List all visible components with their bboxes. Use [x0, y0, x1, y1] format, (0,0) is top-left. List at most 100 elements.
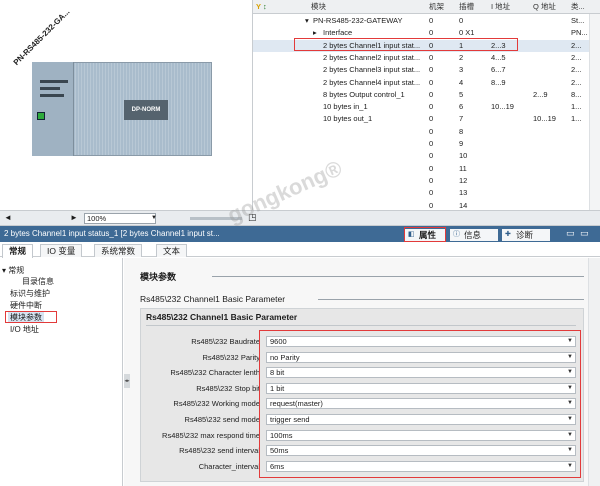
cell-i-address: 4...5: [491, 52, 506, 62]
cell-rack: 0: [429, 163, 434, 173]
cell-slot: 9: [459, 139, 464, 148]
device-view: DP-NORM PN-RS485-232-GA...: [0, 0, 252, 210]
cell-rack: 0: [429, 77, 434, 87]
cell-i-address: 8...9: [491, 77, 506, 87]
cell-rack: 0: [429, 139, 434, 148]
content-scrollbar[interactable]: [588, 258, 600, 486]
param-label: Rs485\232 Character lenth: [170, 368, 260, 378]
sort-icon[interactable]: ↕: [263, 0, 267, 14]
filter-icon[interactable]: Y: [256, 0, 261, 14]
cell-slot: 12: [459, 175, 468, 185]
section-divider: [212, 276, 584, 277]
scroll-left-icon[interactable]: ◄: [4, 213, 12, 222]
parameter-nav-tree: ▾ 常规 目录信息 标识与维护 硬件中断 模块参数 I/O 地址: [0, 258, 123, 486]
param-label: Rs485\232 max respond time: [162, 430, 260, 440]
col-q-address[interactable]: Q 地址: [533, 0, 556, 14]
maximize-icon[interactable]: ▭: [580, 228, 589, 239]
tab-info[interactable]: ⓘ 信息: [450, 229, 498, 241]
col-slot[interactable]: 插槽: [459, 0, 474, 14]
nav-item-catalog[interactable]: 目录信息: [22, 276, 54, 287]
nav-item-io-addresses[interactable]: I/O 地址: [10, 324, 39, 335]
cell-type: St...: [571, 16, 585, 25]
cell-rack: 0: [429, 102, 434, 112]
cell-module: 8 bytes Output control_1: [323, 89, 405, 99]
diagnostics-icon: ✚: [505, 231, 511, 238]
cell-slot: 10: [459, 151, 468, 161]
tab-io-tags[interactable]: IO 变量: [40, 244, 83, 257]
cell-rack: 0: [429, 200, 434, 210]
cell-slot: 6: [459, 102, 464, 112]
col-i-address[interactable]: I 地址: [491, 0, 510, 14]
cell-module: 2 bytes Channel4 input stat...: [323, 77, 421, 87]
table-row[interactable]: 09: [253, 138, 600, 151]
network-port-icon[interactable]: [37, 112, 45, 120]
panel-divider: [146, 325, 576, 326]
cell-slot: 7: [459, 114, 464, 124]
table-row[interactable]: 0 14: [253, 200, 600, 211]
tab-texts[interactable]: 文本: [156, 244, 188, 257]
tab-general[interactable]: 常规: [2, 244, 34, 258]
table-row[interactable]: 2 bytes Channel3 input stat... 0 3 6...7 2..…: [253, 64, 600, 77]
cell-type: 2...: [571, 52, 582, 62]
nav-root-general[interactable]: ▾ 常规: [2, 265, 24, 276]
chevron-down-icon[interactable]: ▼: [150, 213, 158, 224]
table-row[interactable]: ▾ PN-RS485-232-GATEWAY 0 0 St...: [253, 15, 600, 28]
cell-module: 10 bytes in_1: [323, 102, 368, 112]
param-label: Rs485\232 Parity: [202, 352, 260, 362]
cell-slot: 14: [459, 200, 468, 210]
param-label: Rs485\232 Baudrate: [191, 337, 260, 346]
nav-item-identification[interactable]: 标识与维护: [10, 288, 50, 299]
tab-system-constants[interactable]: 系统常数: [94, 244, 143, 257]
param-label: Character_interval: [198, 461, 260, 471]
zoom-select[interactable]: 100%: [84, 213, 156, 224]
table-row[interactable]: 10 bytes out_1 0 7 10...19 1...: [253, 113, 600, 126]
table-row[interactable]: 2 bytes Channel2 input stat... 0 2 4...5 2..…: [253, 52, 600, 65]
fields-highlight: [259, 330, 581, 478]
cell-q-address: 2...9: [533, 89, 548, 99]
info-icon: ⓘ: [453, 231, 460, 238]
cell-type: 8...: [571, 89, 582, 99]
cell-rack: 0: [429, 151, 434, 161]
cell-slot: 13: [459, 188, 468, 198]
pane-splitter[interactable]: ◂▸: [124, 374, 130, 388]
cell-type: 1...: [571, 102, 582, 112]
table-row[interactable]: 10 bytes in_1 0 6 10...19 1...: [253, 101, 600, 114]
device-led-bar: [40, 80, 68, 83]
minimize-icon[interactable]: ▭: [566, 228, 575, 239]
cell-rack: 0: [429, 114, 434, 124]
cell-type: 2...: [571, 65, 582, 75]
tab-diagnostics[interactable]: ✚ 诊断: [502, 229, 550, 241]
cell-module: 2 bytes Channel2 input stat...: [323, 52, 421, 62]
cell-rack: 0: [429, 126, 434, 136]
col-module[interactable]: 模块: [311, 0, 326, 14]
table-row[interactable]: 0 10: [253, 150, 600, 163]
device-head-module[interactable]: [32, 62, 74, 156]
cell-rack: 0: [429, 65, 434, 75]
sub-divider: [318, 299, 584, 300]
table-row[interactable]: 2 bytes Channel4 input stat... 0 4 8...9 2..…: [253, 77, 600, 90]
param-label: Rs485\232 send interval: [179, 446, 260, 456]
panel-title: Rs485\232 Channel1 Basic Parameter: [146, 312, 298, 322]
cell-slot: 4: [459, 77, 464, 87]
dp-norm-label: DP-NORM: [124, 100, 168, 120]
table-scrollbar[interactable]: [589, 14, 600, 210]
col-type[interactable]: 类...: [571, 0, 585, 14]
cell-i-address: 6...7: [491, 65, 506, 75]
col-rack[interactable]: 机架: [429, 0, 444, 14]
inspector-sub-tabs: [0, 242, 600, 257]
cell-slot: 5: [459, 89, 464, 99]
cell-module: 2 bytes Channel3 input stat...: [323, 65, 421, 75]
cell-slot: 8: [459, 126, 464, 136]
cell-type: 1...: [571, 114, 582, 124]
device-led-bar: [40, 87, 60, 90]
param-label: Rs485\232 send mode: [184, 415, 260, 424]
table-row[interactable]: 08: [253, 126, 600, 139]
cell-rack: 0: [429, 52, 434, 62]
cell-slot: 0: [459, 16, 464, 25]
nav-item-hardware-interrupts[interactable]: 硬件中断: [10, 300, 42, 311]
inspector-title: 2 bytes Channel1 input status_1 [2 bytes…: [4, 229, 220, 238]
device-name-label: PN-RS485-232-GA...: [11, 7, 72, 67]
table-row[interactable]: 8 bytes Output control_1 0 5 2...9 8...: [253, 89, 600, 102]
expand-icon[interactable]: ▾: [305, 15, 309, 28]
scroll-right-icon[interactable]: ►: [70, 213, 78, 222]
